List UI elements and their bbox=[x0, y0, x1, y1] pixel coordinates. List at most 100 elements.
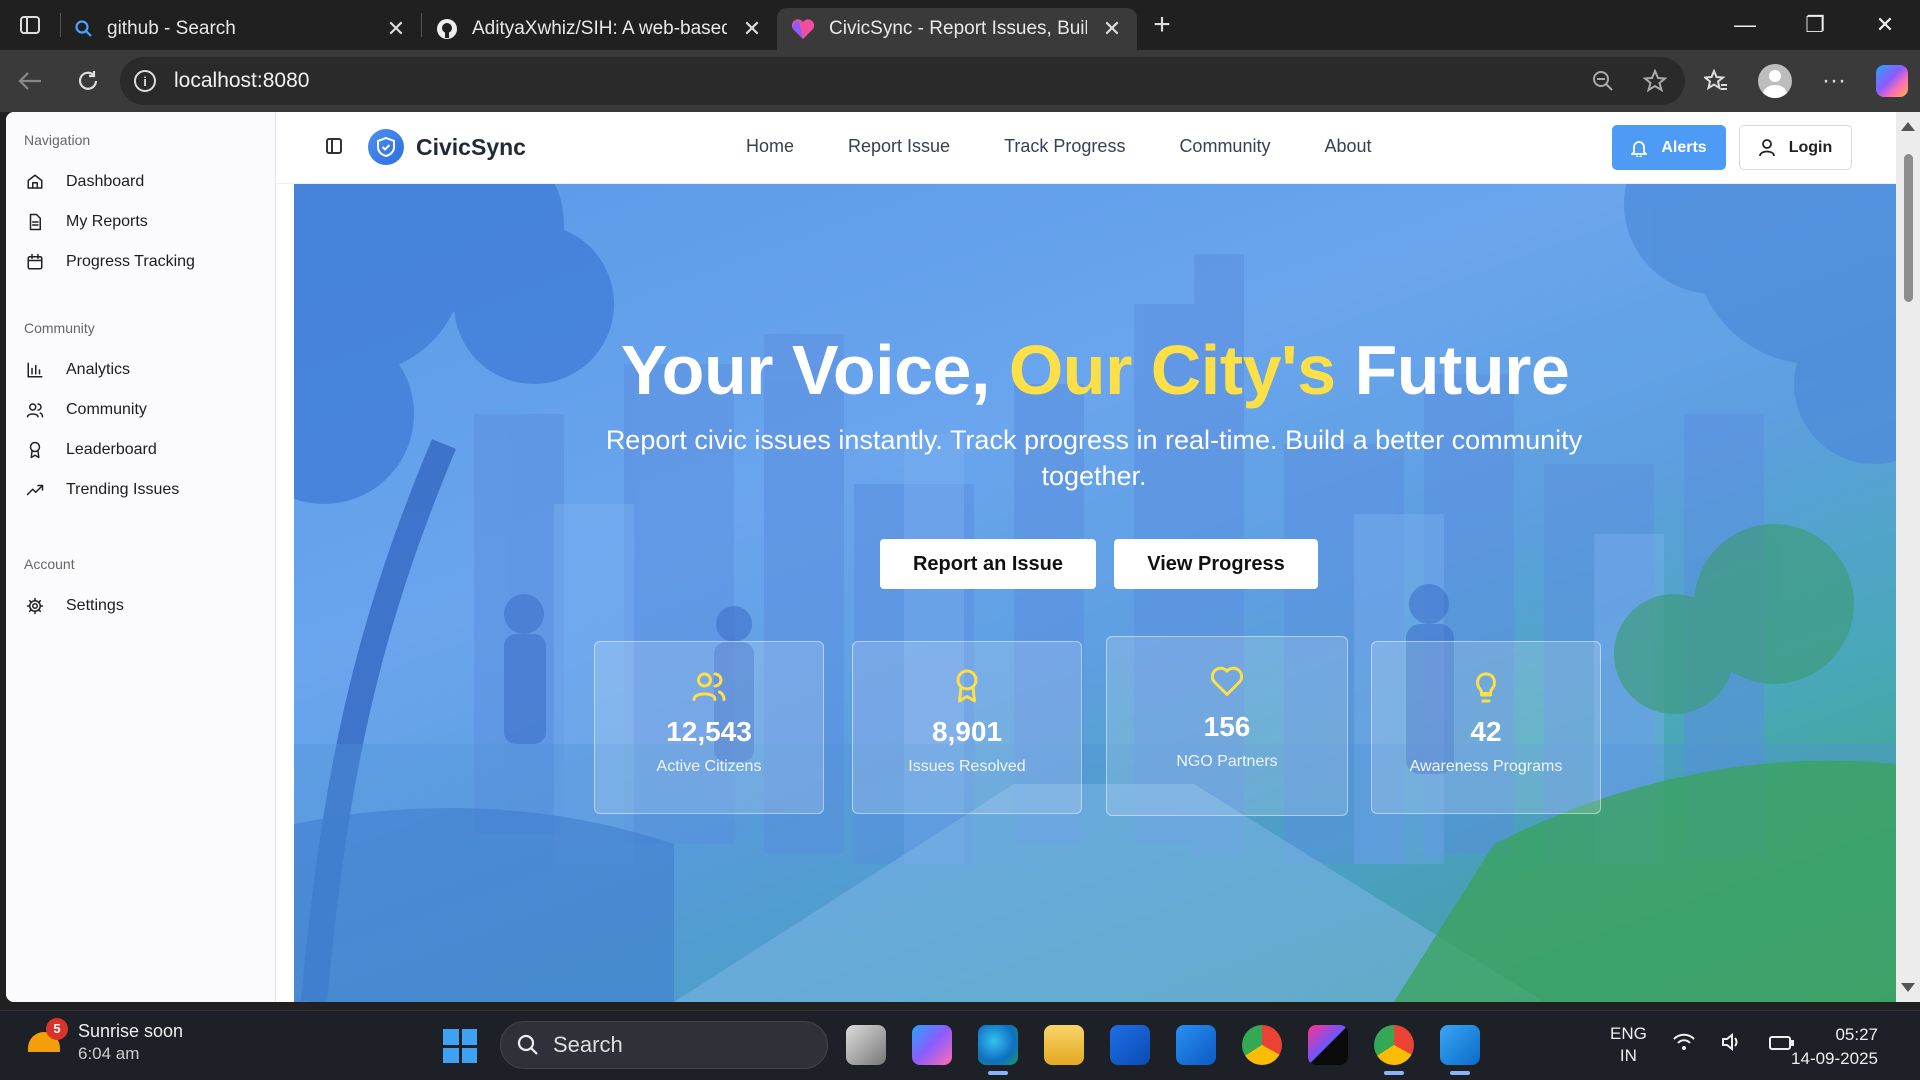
address-bar[interactable]: i localhost:8080 bbox=[120, 57, 1685, 105]
weather-title: Sunrise soon bbox=[78, 1021, 184, 1041]
sidebar-item-label: Leaderboard bbox=[66, 441, 157, 458]
language-indicator[interactable]: ENG IN bbox=[1610, 1023, 1647, 1067]
close-icon[interactable]: ✕ bbox=[741, 16, 763, 42]
favorites-button[interactable] bbox=[1696, 61, 1736, 101]
scroll-down-arrow-icon[interactable] bbox=[1901, 983, 1915, 992]
lang-line1: ENG bbox=[1610, 1024, 1647, 1043]
chrome-icon[interactable] bbox=[1242, 1025, 1282, 1065]
taskbar-apps bbox=[846, 1025, 1480, 1075]
tab-actions-button[interactable] bbox=[0, 0, 60, 50]
chrome-profile-icon[interactable] bbox=[1374, 1025, 1414, 1075]
alerts-button[interactable]: Alerts bbox=[1612, 125, 1726, 170]
stat-label: Issues Resolved bbox=[908, 758, 1026, 775]
start-button[interactable] bbox=[443, 1029, 477, 1063]
close-icon[interactable]: ✕ bbox=[385, 16, 407, 42]
sunrise-icon: 5 bbox=[26, 1017, 68, 1062]
file-explorer-icon[interactable] bbox=[1044, 1025, 1084, 1065]
microsoft-store-icon[interactable] bbox=[1110, 1025, 1150, 1065]
nav-about[interactable]: About bbox=[1324, 136, 1371, 157]
nav-track-progress[interactable]: Track Progress bbox=[1004, 136, 1125, 157]
favorite-star-icon[interactable] bbox=[1643, 69, 1667, 93]
shield-logo-icon bbox=[368, 129, 404, 165]
sidebar-item-label: Progress Tracking bbox=[66, 253, 195, 270]
trending-icon bbox=[24, 479, 46, 501]
zoom-out-icon[interactable] bbox=[1591, 69, 1615, 93]
weather-widget[interactable]: 5 Sunrise soon 6:04 am bbox=[26, 1017, 184, 1064]
outlook-icon[interactable] bbox=[1176, 1025, 1216, 1065]
sidebar-item-label: Trending Issues bbox=[66, 481, 180, 498]
sidebar-item-label: Analytics bbox=[66, 361, 131, 378]
stat-label: NGO Partners bbox=[1176, 753, 1278, 770]
sidebar-group-community: Community Analytics Community Leaderboar… bbox=[6, 282, 275, 510]
windows-taskbar: 5 Sunrise soon 6:04 am Search ENG IN 05:… bbox=[0, 1010, 1920, 1080]
sidebar-item-trending-issues[interactable]: Trending Issues bbox=[24, 470, 275, 510]
brand[interactable]: CivicSync bbox=[368, 129, 526, 165]
taskbar-search-placeholder: Search bbox=[553, 1032, 623, 1057]
tab-github-repo[interactable]: AdityaXwhiz/SIH: A web-based civic ✕ bbox=[422, 8, 777, 50]
system-clock[interactable]: 05:27 14-09-2025 bbox=[1791, 1023, 1878, 1071]
scrollbar-thumb[interactable] bbox=[1904, 154, 1913, 302]
scroll-up-arrow-icon[interactable] bbox=[1901, 122, 1915, 131]
tab-civicsync[interactable]: CivicSync - Report Issues, Build Better … bbox=[777, 8, 1137, 50]
nav-community[interactable]: Community bbox=[1179, 136, 1270, 157]
hero-section: Your Voice, Our City's Future Report civ… bbox=[294, 184, 1896, 1002]
gear-icon bbox=[24, 595, 46, 617]
tab-github-search[interactable]: github - Search ✕ bbox=[61, 8, 421, 50]
heart-icon bbox=[1107, 663, 1347, 703]
more-options-icon[interactable]: ··· bbox=[1814, 61, 1854, 101]
vscode-icon[interactable] bbox=[1440, 1025, 1480, 1075]
sidebar-item-settings[interactable]: Settings bbox=[24, 586, 275, 626]
page-scrollbar[interactable] bbox=[1896, 112, 1920, 1002]
reload-button[interactable] bbox=[62, 55, 114, 107]
omnibox-actions bbox=[1591, 69, 1667, 93]
github-icon bbox=[437, 19, 457, 39]
volume-icon[interactable] bbox=[1721, 1032, 1743, 1057]
sidebar-item-community[interactable]: Community bbox=[24, 390, 275, 430]
task-view-icon[interactable] bbox=[846, 1025, 886, 1065]
sidebar-item-leaderboard[interactable]: Leaderboard bbox=[24, 430, 275, 470]
home-icon bbox=[24, 171, 46, 193]
award-icon bbox=[853, 668, 1081, 708]
copilot-app-icon[interactable] bbox=[912, 1025, 952, 1065]
sidebar-heading: Account bbox=[24, 556, 75, 572]
site-info-icon[interactable]: i bbox=[134, 70, 156, 92]
sidebar-item-analytics[interactable]: Analytics bbox=[24, 350, 275, 390]
taskbar-search[interactable]: Search bbox=[500, 1021, 828, 1069]
copilot-icon[interactable] bbox=[1876, 65, 1908, 97]
minimize-icon[interactable]: — bbox=[1710, 0, 1780, 50]
stat-card-ngo-partners: 156 NGO Partners bbox=[1106, 636, 1348, 816]
wifi-icon[interactable] bbox=[1673, 1033, 1695, 1057]
award-icon bbox=[24, 439, 46, 461]
bar-chart-icon bbox=[24, 359, 46, 381]
file-icon bbox=[24, 211, 46, 233]
login-button[interactable]: Login bbox=[1739, 125, 1852, 170]
close-icon[interactable]: ✕ bbox=[1101, 16, 1123, 42]
restore-icon[interactable]: ❐ bbox=[1780, 0, 1850, 50]
sidebar-toggle-icon[interactable] bbox=[326, 138, 342, 154]
tab-actions-icon bbox=[20, 16, 40, 34]
edge-browser-icon[interactable] bbox=[978, 1025, 1018, 1075]
nav-home[interactable]: Home bbox=[746, 136, 794, 157]
intellij-icon[interactable] bbox=[1308, 1025, 1348, 1065]
sidebar-item-dashboard[interactable]: Dashboard bbox=[24, 162, 275, 202]
search-icon bbox=[517, 1034, 538, 1055]
main-nav: Home Report Issue Track Progress Communi… bbox=[746, 136, 1372, 157]
close-window-icon[interactable]: ✕ bbox=[1850, 0, 1920, 50]
stat-value: 42 bbox=[1470, 716, 1502, 747]
report-issue-button[interactable]: Report an Issue bbox=[880, 539, 1096, 589]
city-park-illustration bbox=[294, 184, 1896, 1002]
new-tab-button[interactable]: + bbox=[1137, 8, 1187, 42]
window-controls: — ❐ ✕ bbox=[1710, 0, 1920, 50]
sidebar-item-my-reports[interactable]: My Reports bbox=[24, 202, 275, 242]
brand-name: CivicSync bbox=[416, 133, 526, 160]
back-button[interactable] bbox=[4, 55, 56, 107]
back-arrow-icon bbox=[18, 72, 41, 90]
sidebar-group-account: Account Settings bbox=[6, 510, 275, 626]
nav-report-issue[interactable]: Report Issue bbox=[848, 136, 950, 157]
alerts-label: Alerts bbox=[1661, 138, 1707, 156]
users-icon bbox=[24, 399, 46, 421]
view-progress-button[interactable]: View Progress bbox=[1114, 539, 1318, 589]
sidebar-item-progress-tracking[interactable]: Progress Tracking bbox=[24, 242, 275, 282]
profile-avatar[interactable] bbox=[1758, 64, 1792, 98]
user-icon bbox=[1758, 138, 1775, 156]
